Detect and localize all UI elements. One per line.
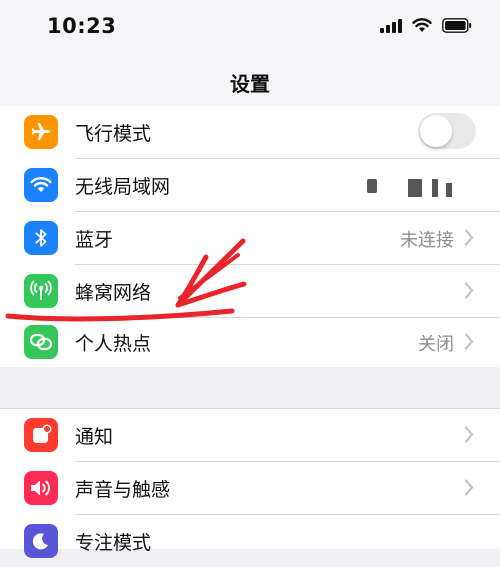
chevron-right-icon	[464, 282, 474, 303]
airplane-icon	[24, 115, 58, 149]
wifi-icon	[24, 168, 58, 202]
hotspot-link-icon	[24, 325, 58, 359]
status-icons	[380, 18, 472, 37]
settings-row-label: 蜂窝网络	[75, 282, 152, 304]
settings-row-wlan[interactable]: 无线局域网	[0, 159, 500, 211]
settings-row-sounds-haptics[interactable]: 声音与触感	[0, 462, 500, 514]
cellular-signal-icon	[380, 18, 402, 37]
settings-row-label: 无线局域网	[75, 176, 171, 198]
battery-icon	[442, 18, 472, 37]
status-bar: 10:23	[0, 0, 500, 60]
settings-row-airplane-mode[interactable]: 飞行模式	[0, 106, 500, 158]
bluetooth-status-value: 未连接	[400, 230, 454, 251]
toggle-knob	[420, 115, 452, 147]
settings-row-cellular[interactable]: 蜂窝网络	[0, 265, 500, 317]
chevron-right-icon	[464, 229, 474, 250]
page-title: 设置	[230, 72, 270, 96]
settings-row-focus[interactable]: 专注模式	[0, 515, 500, 567]
settings-row-notifications[interactable]: 通知	[0, 409, 500, 461]
status-time: 10:23	[47, 14, 117, 38]
bluetooth-icon	[24, 221, 58, 255]
settings-row-bluetooth[interactable]: 蓝牙 未连接	[0, 212, 500, 264]
antenna-icon	[24, 274, 58, 308]
settings-row-personal-hotspot[interactable]: 个人热点 关闭	[0, 318, 500, 367]
chevron-right-icon	[464, 333, 474, 354]
settings-row-label: 通知	[75, 426, 114, 448]
chevron-right-icon	[464, 479, 474, 500]
settings-row-label: 专注模式	[75, 532, 152, 554]
hotspot-status-value: 关闭	[418, 334, 454, 355]
settings-row-label: 飞行模式	[75, 123, 152, 145]
settings-group-notifications: 通知 声音与触感 专注模式	[0, 408, 500, 558]
settings-group-connectivity: 飞行模式 无线局域网 蓝牙 未连接 蜂窝网络 个人热点 关闭	[0, 106, 500, 367]
notification-badge-icon	[24, 418, 58, 452]
wifi-icon	[412, 18, 432, 37]
settings-row-label: 声音与触感	[75, 479, 171, 501]
chevron-right-icon	[464, 426, 474, 447]
nav-bar: 设置	[0, 60, 500, 107]
airplane-mode-toggle[interactable]	[418, 113, 476, 149]
settings-row-label: 蓝牙	[75, 229, 114, 251]
speaker-icon	[24, 471, 58, 505]
moon-icon	[24, 524, 58, 558]
settings-row-label: 个人热点	[75, 333, 152, 355]
